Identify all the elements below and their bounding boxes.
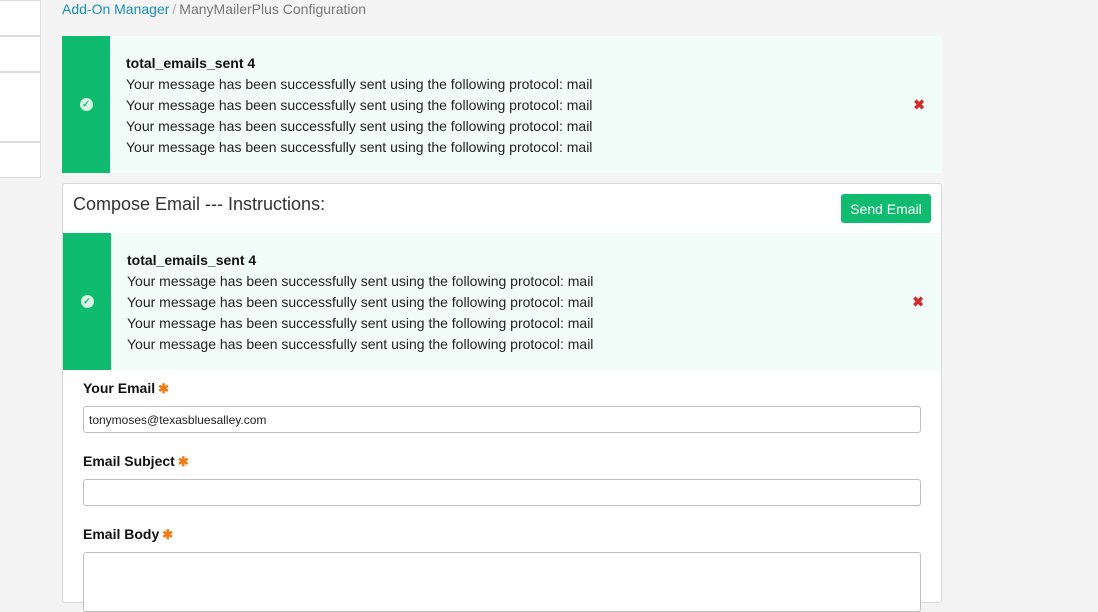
alert-body: total_emails_sent 4 Your message has bee… (110, 36, 942, 173)
email-label-text: Your Email (83, 380, 156, 396)
asterisk-icon: ✱ (177, 454, 189, 469)
close-icon[interactable]: ✖ (913, 96, 925, 113)
breadcrumb-separator: / (172, 1, 177, 17)
panel-title: Compose Email --- Instructions: (73, 194, 326, 214)
alert-message: Your message has been successfully sent … (126, 118, 593, 134)
sidebar-item[interactable] (0, 0, 41, 36)
sidebar-item[interactable] (0, 36, 41, 72)
email-label: Your Email ✱ (83, 380, 169, 397)
success-alert: ✓ total_emails_sent 4 Your message has b… (63, 233, 941, 370)
alert-message: Your message has been successfully sent … (126, 139, 593, 155)
check-circle-icon: ✓ (80, 295, 94, 308)
alert-message: Your message has been successfully sent … (126, 76, 593, 92)
alert-body: total_emails_sent 4 Your message has bee… (111, 233, 941, 370)
breadcrumb-link-addon-manager[interactable]: Add-On Manager (62, 1, 169, 17)
alert-status-bar: ✓ (63, 233, 111, 370)
body-field[interactable] (83, 552, 921, 612)
body-label-text: Email Body (83, 526, 160, 542)
asterisk-icon: ✱ (158, 381, 169, 396)
sidebar (0, 0, 41, 178)
breadcrumb-current: ManyMailerPlus Configuration (179, 1, 367, 17)
alert-status-bar: ✓ (62, 36, 110, 173)
email-field[interactable] (83, 406, 921, 433)
body-label: Email Body ✱ (83, 526, 173, 543)
alert-title: total_emails_sent 4 (126, 55, 256, 71)
success-alert: ✓ total_emails_sent 4 Your message has b… (62, 36, 942, 173)
subject-label: Email Subject ✱ (83, 453, 189, 470)
subject-label-text: Email Subject (83, 453, 175, 469)
compose-panel: Compose Email --- Instructions: Send Ema… (62, 183, 942, 612)
alert-message: Your message has been successfully sent … (127, 294, 594, 310)
send-email-button[interactable]: Send Email (841, 194, 931, 223)
alert-message: Your message has been successfully sent … (126, 97, 593, 113)
subject-field[interactable] (83, 479, 921, 506)
asterisk-icon: ✱ (162, 527, 174, 542)
check-circle-icon: ✓ (79, 98, 93, 111)
alert-message: Your message has been successfully sent … (127, 336, 594, 352)
alert-message: Your message has been successfully sent … (127, 273, 594, 289)
alert-message: Your message has been successfully sent … (127, 315, 594, 331)
sidebar-item[interactable] (0, 72, 41, 142)
sidebar-item[interactable] (0, 142, 41, 178)
breadcrumb: Add-On Manager / ManyMailerPlus Configurat… (62, 0, 366, 18)
close-icon[interactable]: ✖ (912, 293, 924, 310)
alert-title: total_emails_sent 4 (127, 252, 257, 268)
